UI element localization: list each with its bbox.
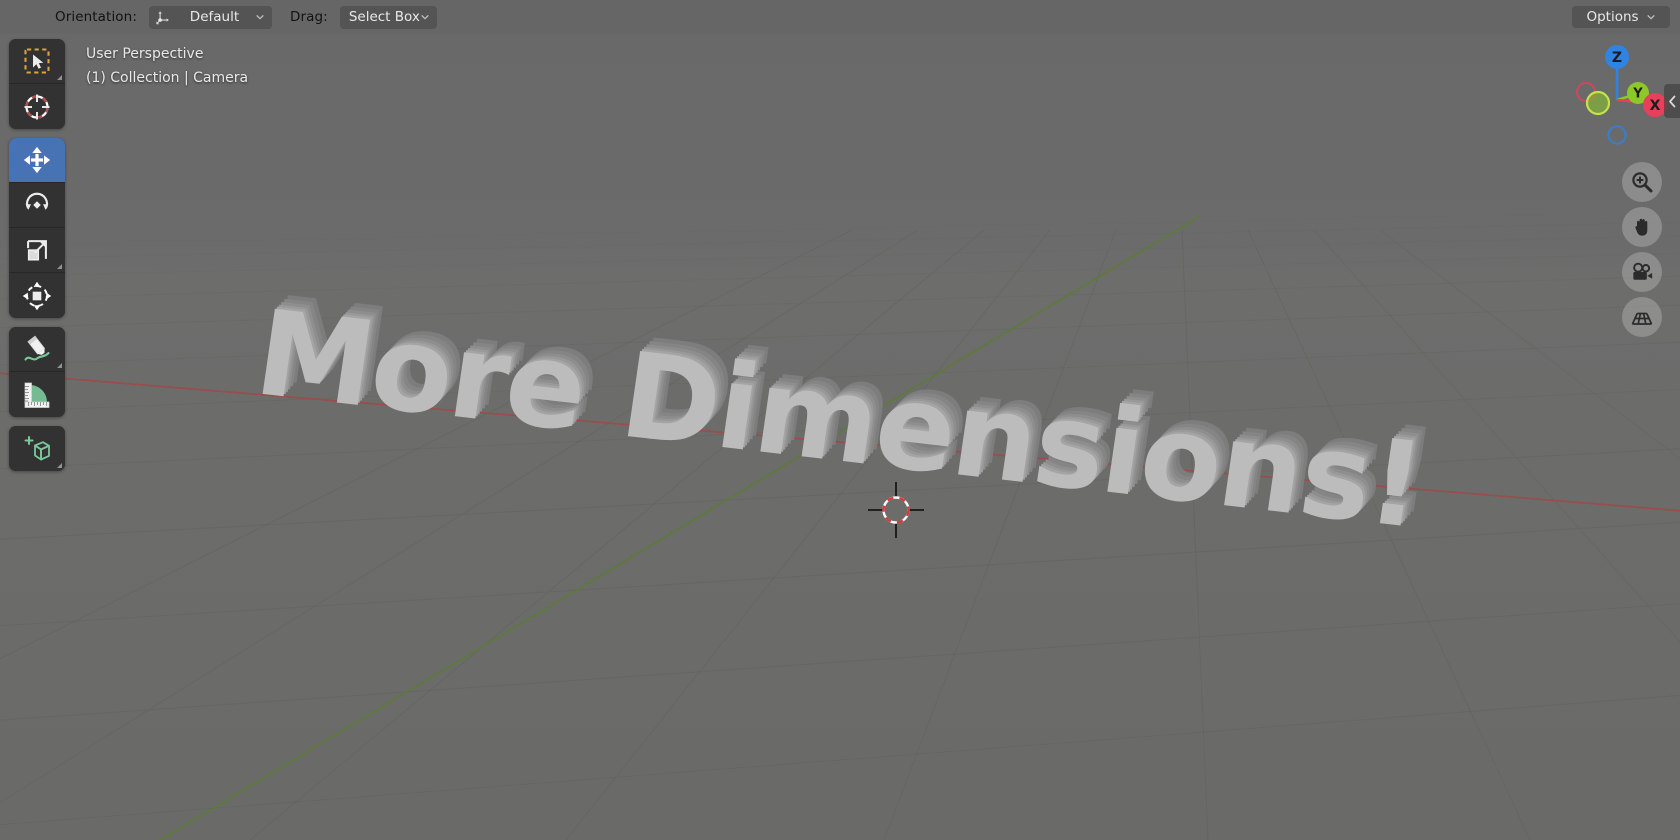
chevron-down-icon (1647, 15, 1655, 20)
select-box-tool[interactable] (9, 39, 65, 84)
add-cube-tool[interactable] (9, 426, 65, 471)
orientation-value: Default (189, 9, 240, 25)
camera-view-button[interactable] (1622, 252, 1662, 292)
cursor-tool[interactable] (9, 84, 65, 129)
y-axis-label: Y (1632, 87, 1643, 102)
z-axis-negative (1607, 125, 1627, 145)
move-tool[interactable] (9, 138, 65, 183)
add-cube-icon (24, 435, 50, 460)
orientation-dropdown[interactable]: Default (148, 6, 272, 28)
navigation-gizmo[interactable]: Y X Z (1562, 40, 1672, 150)
chevron-left-icon (1668, 95, 1675, 107)
toolbar-group-transform (9, 138, 65, 318)
scale-tool[interactable] (9, 228, 65, 273)
select-box-icon (24, 48, 50, 74)
x-axis-label: X (1650, 98, 1661, 114)
drag-dropdown[interactable]: Select Box (339, 6, 437, 28)
toggle-perspective-button[interactable] (1622, 297, 1662, 337)
3d-viewport[interactable]: More Dimensions! More Dimensions! More D… (0, 34, 1680, 840)
pan-button[interactable] (1622, 207, 1662, 247)
grid-icon (1631, 312, 1653, 325)
submenu-corner-icon (57, 463, 62, 468)
blender-window: Orientation: Default Drag: Select Box Op… (0, 0, 1680, 840)
hand-icon (1635, 218, 1648, 236)
toolbar-group-add (9, 426, 65, 471)
viewport-toolbar (9, 39, 65, 480)
y-axis-negative (1585, 90, 1611, 116)
toolbar-group-annotate (9, 327, 65, 417)
measure-tool[interactable] (9, 372, 65, 417)
chevron-down-icon (256, 15, 264, 20)
pencil-icon (24, 335, 50, 361)
annotate-tool[interactable] (9, 327, 65, 372)
drag-value: Select Box (348, 9, 420, 25)
cursor-icon (24, 94, 50, 119)
camera-icon (1632, 262, 1652, 280)
scale-icon (27, 240, 47, 261)
drag-label: Drag: (289, 9, 328, 25)
chevron-down-icon (421, 15, 429, 20)
sidebar-toggle[interactable] (1664, 84, 1680, 118)
viewport-nav-buttons (1622, 162, 1662, 337)
tool-settings-header: Orientation: Default Drag: Select Box Op… (0, 0, 1680, 34)
options-label: Options (1586, 9, 1639, 25)
submenu-corner-icon (57, 264, 62, 269)
submenu-corner-icon (57, 363, 62, 368)
submenu-corner-icon (57, 75, 62, 80)
orientation-label: Orientation: (55, 9, 137, 25)
transform-orientation-icon (156, 10, 169, 24)
options-dropdown[interactable]: Options (1572, 6, 1670, 28)
toolbar-group-select (9, 39, 65, 129)
rotate-icon (25, 192, 49, 210)
zoom-icon (1632, 172, 1653, 193)
transform-tool[interactable] (9, 273, 65, 318)
transform-icon (22, 281, 52, 310)
rotate-tool[interactable] (9, 183, 65, 228)
zoom-button[interactable] (1622, 162, 1662, 202)
move-icon (23, 146, 51, 174)
z-axis-label: Z (1612, 50, 1622, 66)
viewport-scene: More Dimensions! More Dimensions! More D… (0, 34, 1680, 840)
ruler-protractor-icon (24, 382, 50, 408)
